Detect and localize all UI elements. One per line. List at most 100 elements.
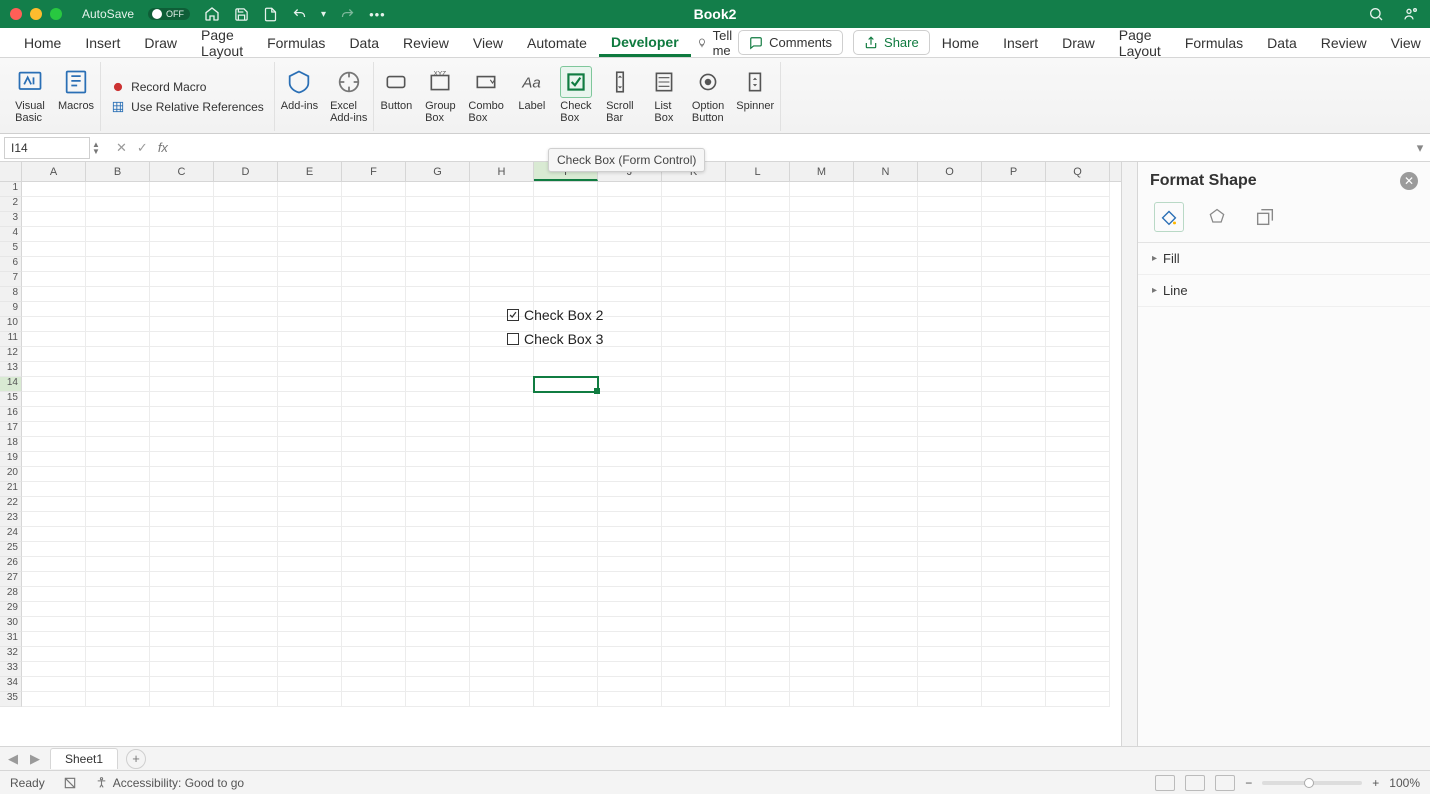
- cell[interactable]: [918, 542, 982, 557]
- cell[interactable]: [214, 587, 278, 602]
- row-header-5[interactable]: 5: [0, 242, 22, 257]
- cell[interactable]: [598, 407, 662, 422]
- cell[interactable]: [470, 572, 534, 587]
- cell[interactable]: [726, 587, 790, 602]
- control-combo-box-button[interactable]: Combo Box: [462, 62, 509, 131]
- cell[interactable]: [918, 332, 982, 347]
- panel-close-button[interactable]: ✕: [1400, 172, 1418, 190]
- cell[interactable]: [1046, 677, 1110, 692]
- cell[interactable]: [406, 287, 470, 302]
- window-maximize-button[interactable]: [50, 8, 62, 20]
- cell[interactable]: [1046, 317, 1110, 332]
- cell[interactable]: [662, 317, 726, 332]
- sheet-tab-sheet1[interactable]: Sheet1: [50, 748, 118, 769]
- row-header-28[interactable]: 28: [0, 587, 22, 602]
- tab-data[interactable]: Data: [337, 30, 391, 55]
- cell[interactable]: [1046, 512, 1110, 527]
- cell[interactable]: [662, 212, 726, 227]
- cell[interactable]: [790, 422, 854, 437]
- cell[interactable]: [854, 542, 918, 557]
- select-all-corner[interactable]: [0, 162, 22, 181]
- row-header-29[interactable]: 29: [0, 602, 22, 617]
- cell[interactable]: [854, 242, 918, 257]
- cell[interactable]: [534, 452, 598, 467]
- cell[interactable]: [662, 617, 726, 632]
- row-header-32[interactable]: 32: [0, 647, 22, 662]
- cell[interactable]: [278, 227, 342, 242]
- cell[interactable]: [406, 632, 470, 647]
- cell[interactable]: [278, 572, 342, 587]
- control-check-box-button[interactable]: Check Box: [554, 62, 598, 131]
- cell[interactable]: [86, 632, 150, 647]
- cell[interactable]: [598, 482, 662, 497]
- fx-icon[interactable]: fx: [158, 140, 168, 156]
- cell[interactable]: [406, 182, 470, 197]
- cell[interactable]: [534, 272, 598, 287]
- cell[interactable]: [1046, 587, 1110, 602]
- cell[interactable]: [278, 197, 342, 212]
- cell[interactable]: [278, 377, 342, 392]
- cell[interactable]: [278, 557, 342, 572]
- tab-insert[interactable]: Insert: [991, 30, 1050, 55]
- cell[interactable]: [982, 527, 1046, 542]
- cell[interactable]: [662, 482, 726, 497]
- tab-developer[interactable]: Developer: [599, 29, 691, 57]
- cell[interactable]: [918, 647, 982, 662]
- cell[interactable]: [662, 302, 726, 317]
- cell[interactable]: [278, 257, 342, 272]
- cell[interactable]: [854, 647, 918, 662]
- cell[interactable]: [406, 437, 470, 452]
- zoom-out-button[interactable]: −: [1245, 776, 1252, 790]
- cell[interactable]: [854, 557, 918, 572]
- cell[interactable]: [918, 587, 982, 602]
- cell[interactable]: [790, 662, 854, 677]
- cell[interactable]: [470, 512, 534, 527]
- cell[interactable]: [726, 497, 790, 512]
- cell[interactable]: [598, 242, 662, 257]
- cell[interactable]: [662, 677, 726, 692]
- cell[interactable]: [342, 392, 406, 407]
- control-group-box-button[interactable]: XYZGroup Box: [418, 62, 462, 131]
- cell[interactable]: [534, 587, 598, 602]
- tab-draw[interactable]: Draw: [1050, 30, 1107, 55]
- cell[interactable]: [214, 632, 278, 647]
- cell[interactable]: [1046, 692, 1110, 707]
- tab-home[interactable]: Home: [12, 30, 73, 55]
- cell[interactable]: [86, 182, 150, 197]
- cell[interactable]: [982, 587, 1046, 602]
- cell[interactable]: [406, 407, 470, 422]
- cell[interactable]: [790, 227, 854, 242]
- cell[interactable]: [854, 437, 918, 452]
- cell[interactable]: [726, 317, 790, 332]
- cell[interactable]: [278, 677, 342, 692]
- cell[interactable]: [150, 302, 214, 317]
- cell[interactable]: [470, 347, 534, 362]
- cell[interactable]: [726, 557, 790, 572]
- control-scroll-bar-button[interactable]: Scroll Bar: [598, 62, 642, 131]
- cell[interactable]: [22, 497, 86, 512]
- cell[interactable]: [982, 197, 1046, 212]
- cell[interactable]: [406, 557, 470, 572]
- cell[interactable]: [278, 422, 342, 437]
- row-header-20[interactable]: 20: [0, 467, 22, 482]
- cell[interactable]: [1046, 542, 1110, 557]
- cell[interactable]: [1046, 197, 1110, 212]
- sheet-prev-button[interactable]: ◀: [6, 751, 20, 767]
- cell[interactable]: [726, 632, 790, 647]
- cell[interactable]: [918, 572, 982, 587]
- redo-icon[interactable]: [340, 7, 355, 22]
- cell[interactable]: [342, 572, 406, 587]
- formula-input[interactable]: [178, 137, 1410, 159]
- cell[interactable]: [662, 272, 726, 287]
- cell[interactable]: [342, 257, 406, 272]
- cell[interactable]: [534, 227, 598, 242]
- cell[interactable]: [982, 632, 1046, 647]
- cell[interactable]: [598, 647, 662, 662]
- cell[interactable]: [1046, 332, 1110, 347]
- row-header-31[interactable]: 31: [0, 632, 22, 647]
- cell[interactable]: [854, 632, 918, 647]
- col-header-D[interactable]: D: [214, 162, 278, 181]
- row-header-26[interactable]: 26: [0, 557, 22, 572]
- cell[interactable]: [214, 332, 278, 347]
- cell[interactable]: [150, 317, 214, 332]
